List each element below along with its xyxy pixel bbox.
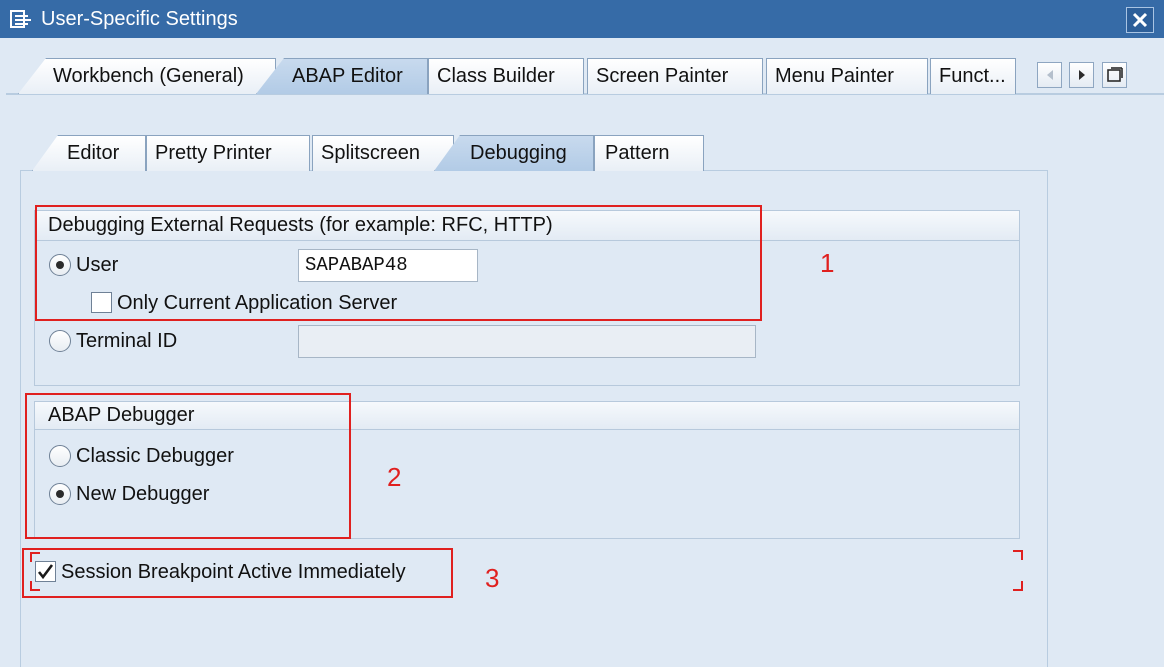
triangle-left-icon <box>1046 70 1053 80</box>
tab-scroll-left-button[interactable] <box>1037 62 1062 88</box>
tab-label: Menu Painter <box>775 65 894 87</box>
tab-debugging[interactable]: Debugging <box>434 135 594 171</box>
annotation-box-3 <box>22 548 453 598</box>
terminal-id-radio[interactable] <box>49 330 71 352</box>
tab-label: Screen Painter <box>596 65 729 87</box>
terminal-id-input[interactable] <box>298 325 756 358</box>
window-title: User-Specific Settings <box>41 8 238 30</box>
tab-label: Splitscreen <box>321 142 420 164</box>
tab-label: Funct... <box>939 65 1006 87</box>
tab-list-button[interactable] <box>1102 62 1127 88</box>
tab-screen-painter[interactable]: Screen Painter <box>587 58 763 94</box>
tab-pretty-printer[interactable]: Pretty Printer <box>146 135 310 171</box>
tab-label: Workbench (General) <box>53 65 244 87</box>
tab-label: Pattern <box>605 142 670 164</box>
tab-scroll-right-button[interactable] <box>1069 62 1094 88</box>
tab-splitscreen[interactable]: Splitscreen <box>312 135 454 171</box>
tab-class-builder[interactable]: Class Builder <box>428 58 584 94</box>
tab-function-builder[interactable]: Funct... <box>930 58 1016 94</box>
tab-label: Class Builder <box>437 65 555 87</box>
annotation-number-2: 2 <box>387 462 402 492</box>
tab-label: ABAP Editor <box>292 65 403 87</box>
tab-list-icon <box>1106 67 1123 82</box>
tab-pattern[interactable]: Pattern <box>594 135 704 171</box>
title-bar: User-Specific Settings <box>0 0 1164 38</box>
focus-corner <box>1013 581 1023 591</box>
tab-menu-painter[interactable]: Menu Painter <box>766 58 928 94</box>
tab-workbench-general[interactable]: Workbench (General) <box>18 58 276 94</box>
tab-label: Debugging <box>470 142 567 164</box>
annotation-number-1: 1 <box>820 248 835 278</box>
terminal-id-label: Terminal ID <box>76 330 178 352</box>
close-button[interactable] <box>1126 7 1154 33</box>
tab-abap-editor[interactable]: ABAP Editor <box>256 58 428 94</box>
triangle-right-icon <box>1078 70 1085 80</box>
settings-window-icon <box>10 10 31 28</box>
tab-label: Pretty Printer <box>155 142 272 164</box>
tab-label: Editor <box>67 142 120 164</box>
annotation-number-3: 3 <box>485 563 500 593</box>
close-icon <box>1132 12 1148 28</box>
annotation-box-2 <box>25 393 351 539</box>
annotation-box-1 <box>35 205 762 321</box>
focus-corner <box>1013 550 1023 560</box>
